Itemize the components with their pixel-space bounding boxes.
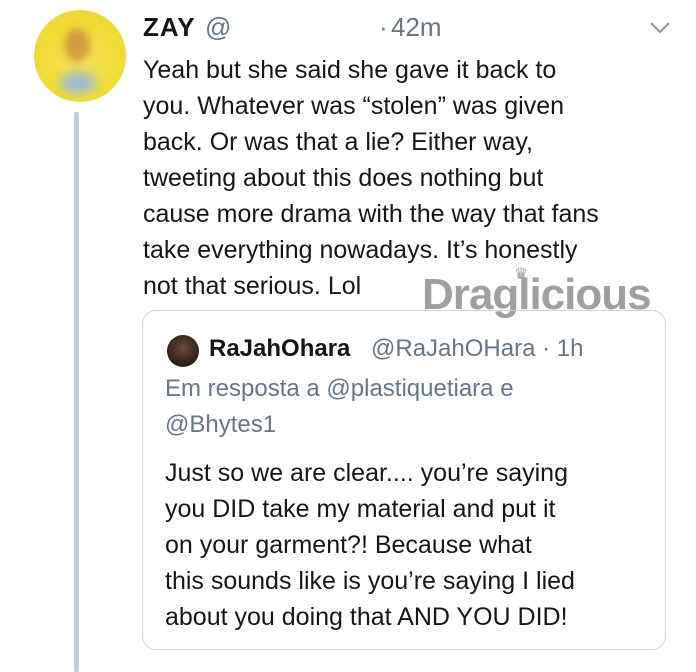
quoted-tweet-text: Just so we are clear.... you’re saying y…	[165, 459, 575, 631]
chevron-down-icon[interactable]	[647, 18, 673, 38]
thread-line	[74, 112, 79, 672]
tweet-text: Yeah but she said she gave it back to yo…	[143, 56, 599, 300]
reply-context[interactable]: Em resposta a @plastiquetiara e @Bhytes1	[165, 371, 635, 443]
avatar-blur-face	[64, 28, 90, 62]
tweet-timestamp[interactable]: 42m	[391, 12, 442, 43]
author-avatar[interactable]	[34, 10, 126, 102]
separator-dot: ·	[379, 12, 388, 42]
quoted-author-avatar[interactable]	[167, 335, 199, 367]
tweet-header: ZAY @ · 42m	[143, 12, 683, 46]
quoted-tweet[interactable]: RaJahOhara @RaJahOHara · 1h Em resposta …	[142, 310, 666, 650]
author-handle[interactable]: @	[205, 12, 231, 43]
author-name[interactable]: ZAY	[143, 12, 196, 43]
avatar-blur-shirt	[60, 72, 96, 94]
quoted-author-handle[interactable]: @RaJahOHara · 1h	[371, 335, 583, 363]
quoted-author-name[interactable]: RaJahOhara	[209, 335, 350, 363]
